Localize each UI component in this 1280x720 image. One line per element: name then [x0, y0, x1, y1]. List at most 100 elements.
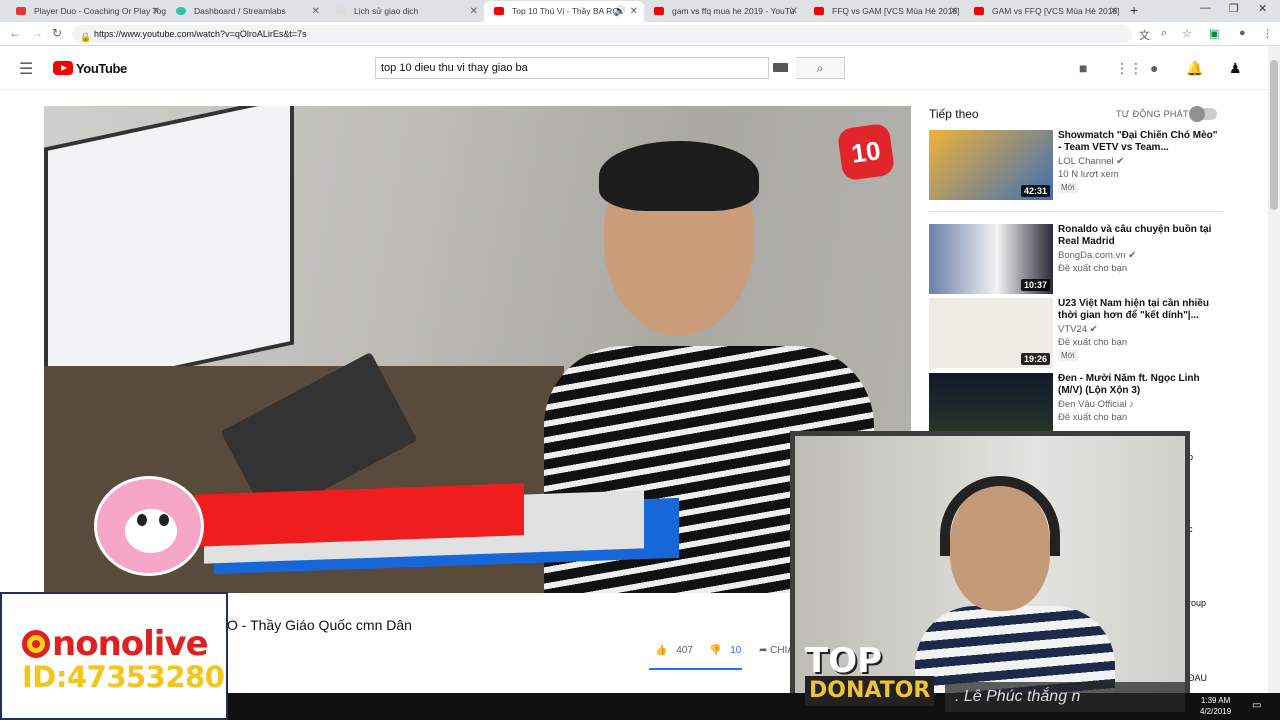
video-meta: Đề xuất cho bạn	[1058, 412, 1128, 423]
new-badge: Mới	[1058, 350, 1078, 361]
youtube-header: ☰ YouTube top 10 dieu thu vi thay giao b…	[0, 46, 1280, 90]
browser-tab[interactable]: Lịch sử giao dịch ✕	[326, 1, 484, 22]
video-duration: 19:26	[1020, 353, 1050, 365]
video-player[interactable]: 10	[44, 106, 911, 593]
extension-icon[interactable]: ▣	[1209, 27, 1219, 40]
bookmark-star-icon[interactable]: ☆	[1182, 27, 1192, 40]
new-badge: Mới	[1058, 182, 1078, 193]
forward-icon[interactable]: →	[31, 26, 43, 40]
search-button[interactable]: ⌕	[796, 57, 845, 79]
video-thumbnail[interactable]: 10:37	[929, 224, 1053, 294]
profile-icon[interactable]: ●	[1239, 27, 1246, 39]
channel-name[interactable]: VTV24 ✔	[1058, 324, 1098, 335]
avatar[interactable]: ♟	[1229, 60, 1242, 77]
dislike-button[interactable]: 👎 10	[709, 645, 741, 656]
close-tab-icon[interactable]: ✕	[470, 1, 478, 22]
like-button[interactable]: 👍 407	[655, 645, 693, 656]
youtube-logo[interactable]: YouTube	[53, 59, 127, 77]
tab-label: FFQ vs GAM [VCS Mùa Hè 2018]	[832, 6, 960, 16]
playerduo-icon	[16, 7, 26, 15]
tab-label: Top 10 Thú Vị - Thầy BA RO	[512, 6, 619, 16]
translate-icon[interactable]: 文	[1139, 27, 1150, 43]
back-icon[interactable]: ←	[9, 26, 21, 40]
browser-tab[interactable]: Dashboard / Streamlabs ✕	[166, 1, 326, 22]
verified-icon: ✔	[1089, 324, 1098, 335]
video-meta: Đề xuất cho bạn	[1058, 263, 1128, 274]
youtube-icon	[974, 7, 984, 15]
keyboard-icon[interactable]	[773, 63, 788, 72]
scrollbar-thumb[interactable]	[1270, 60, 1278, 210]
youtube-play-icon	[53, 61, 73, 75]
youtube-icon	[814, 7, 824, 15]
close-tab-icon[interactable]: ✕	[630, 1, 638, 22]
browser-tab[interactable]: gam vs ffq mua he 2019 - YouTu ✕	[644, 1, 804, 22]
close-tab-icon[interactable]: ✕	[950, 1, 958, 22]
share-icon: ➦	[759, 645, 768, 656]
divider	[929, 211, 1223, 212]
taskbar-clock[interactable]: 1:39 AM 4/2/2019	[1200, 695, 1231, 717]
recommended-video[interactable]: 10:37 Ronaldo và câu chuyện buồn tại Rea…	[929, 224, 1223, 294]
lock-icon: 🔒	[80, 32, 92, 42]
zoom-icon[interactable]: ⌕	[1161, 27, 1167, 40]
url-text: https://www.youtube.com/watch?v=qOlroALi…	[94, 29, 307, 39]
dislike-count: 10	[730, 645, 742, 656]
video-title[interactable]: Đen - Mười Năm ft. Ngọc Linh (M/V) (Lộn …	[1058, 373, 1223, 397]
video-title[interactable]: Ronaldo và câu chuyện buồn tại Real Madr…	[1058, 224, 1223, 248]
top-donator-label: TOP DONATOR	[805, 644, 935, 706]
minimize-icon[interactable]: —	[1200, 2, 1211, 14]
verified-icon: ✔	[1116, 156, 1125, 167]
like-count: 407	[676, 645, 693, 656]
search-input[interactable]: top 10 dieu thu vi thay giao ba	[375, 57, 769, 79]
pink-mascot-image	[94, 476, 204, 576]
browser-toolbar: ← → ↻ 🔒 https://www.youtube.com/watch?v=…	[0, 22, 1280, 46]
up-next-heading: Tiếp theo	[929, 107, 979, 121]
donator-name: . Lê Phúc thắng n	[945, 682, 1185, 712]
restore-icon[interactable]: ❐	[1229, 2, 1239, 15]
video-thumbnail[interactable]: 42:31	[929, 130, 1053, 200]
share-button[interactable]: ➦ CHIA	[759, 645, 794, 656]
video-thumbnail[interactable]: 19:26	[929, 298, 1053, 368]
video-meta: 10 N lượt xem	[1058, 169, 1119, 180]
close-tab-icon[interactable]: ✕	[1110, 1, 1118, 22]
new-tab-icon[interactable]: +	[1130, 2, 1138, 18]
youtube-icon	[654, 7, 664, 15]
hamburger-menu-icon[interactable]: ☰	[19, 59, 33, 79]
close-window-icon[interactable]: ✕	[1258, 2, 1267, 15]
browser-tab[interactable]: GAM vs FFQ [VCS Mùa Hè 2018] ✕	[964, 1, 1124, 22]
recommended-video[interactable]: 19:26 U23 Việt Nam hiện tại cần nhiều th…	[929, 298, 1223, 368]
notifications-bell-icon[interactable]: 🔔	[1186, 60, 1203, 77]
autoplay-toggle[interactable]	[1189, 106, 1217, 122]
browser-tab[interactable]: Player Duo - Coaching Or Play Tog ✕	[6, 1, 166, 22]
autoplay-label: TỰ ĐỘNG PHÁT	[1116, 109, 1189, 119]
messages-icon[interactable]: ●	[1150, 60, 1158, 76]
video-title[interactable]: Showmatch "Đại Chiến Chó Mèo" - Team VET…	[1058, 130, 1223, 154]
close-tab-icon[interactable]: ✕	[790, 1, 798, 22]
video-duration: 10:37	[1020, 279, 1050, 291]
browser-tab-active[interactable]: Top 10 Thú Vị - Thầy BA RO 🔊 ✕	[484, 1, 644, 22]
address-bar[interactable]: 🔒 https://www.youtube.com/watch?v=qOlroA…	[72, 25, 1132, 43]
channel-name[interactable]: BongDa.com.vn ✔	[1058, 250, 1136, 261]
recommended-video[interactable]: 42:31 Showmatch "Đại Chiến Chó Mèo" - Te…	[929, 130, 1223, 200]
video-title: O - Thầy Giáo Quốc cmn Dân	[227, 617, 412, 633]
browser-tab[interactable]: FFQ vs GAM [VCS Mùa Hè 2018] ✕	[804, 1, 964, 22]
page-icon	[336, 7, 346, 15]
reload-icon[interactable]: ↻	[52, 26, 62, 40]
thumbs-up-icon: 👍	[655, 645, 668, 656]
notification-center-icon[interactable]: ▭	[1252, 700, 1261, 711]
headphones-icon	[940, 476, 1060, 556]
create-video-icon[interactable]: ■	[1079, 60, 1087, 76]
apps-grid-icon[interactable]: ⋮⋮	[1115, 60, 1143, 77]
webcam-overlay: TOP DONATOR . Lê Phúc thắng n	[790, 431, 1190, 720]
menu-kebab-icon[interactable]: ⋮	[1262, 27, 1273, 40]
video-title[interactable]: U23 Việt Nam hiện tại cần nhiều thời gia…	[1058, 298, 1223, 322]
nonolive-overlay: nonolive ID:47353280	[0, 592, 228, 720]
close-tab-icon[interactable]: ✕	[312, 1, 320, 22]
tab-label: Player Duo - Coaching Or Play Tog	[34, 6, 166, 16]
tab-label: GAM vs FFQ [VCS Mùa Hè 2018]	[992, 6, 1120, 16]
channel-name[interactable]: Đen Vâu Official ♪	[1058, 399, 1134, 410]
tab-label: gam vs ffq mua he 2019 - YouTu	[672, 6, 795, 16]
video-duration: 42:31	[1020, 185, 1050, 197]
close-tab-icon[interactable]: ✕	[152, 1, 160, 22]
channel-name[interactable]: LOL Channel ✔	[1058, 156, 1124, 167]
speaker-icon[interactable]: 🔊	[614, 1, 626, 22]
